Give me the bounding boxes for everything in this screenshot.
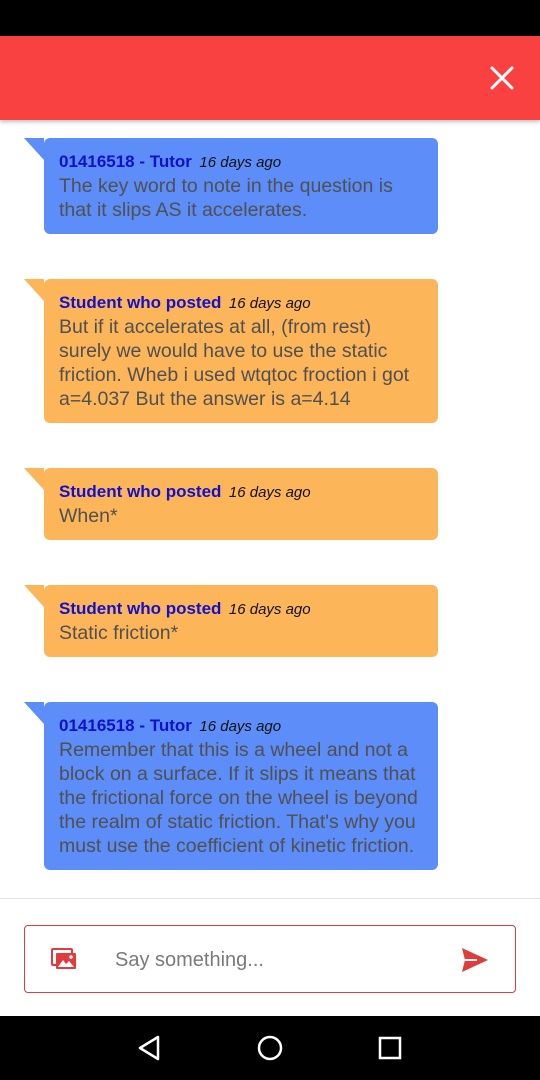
message-time: 16 days ago (228, 601, 311, 618)
message-text: Static friction* (59, 622, 179, 644)
composer-area (0, 898, 540, 1016)
message-author: Student who posted (59, 482, 222, 501)
message-header: Student who posted 16 days ago (59, 292, 422, 315)
home-button[interactable] (254, 1032, 286, 1064)
message-text: When* (59, 505, 118, 527)
recents-button[interactable] (374, 1032, 406, 1064)
chat-message: Student who posted 16 days ago When* (24, 468, 438, 540)
message-time: 16 days ago (228, 295, 311, 312)
message-time: 16 days ago (199, 154, 282, 171)
status-bar (0, 0, 540, 36)
message-header: Student who posted 16 days ago (59, 481, 422, 504)
message-header: 01416518 - Tutor 16 days ago (59, 715, 422, 738)
message-time: 16 days ago (199, 718, 282, 735)
message-header: 01416518 - Tutor 16 days ago (59, 151, 422, 174)
message-author: 01416518 - Tutor (59, 152, 192, 171)
recents-square-icon (378, 1036, 402, 1060)
message-text: The key word to note in the question is … (59, 175, 393, 221)
message-input[interactable] (115, 940, 445, 980)
back-triangle-icon (138, 1035, 160, 1061)
chat-message: Student who posted 16 days ago Static fr… (24, 585, 438, 657)
system-navigation-bar (0, 1016, 540, 1080)
message-author: 01416518 - Tutor (59, 716, 192, 735)
home-circle-icon (257, 1035, 283, 1061)
app-header (0, 36, 540, 120)
message-author: Student who posted (59, 293, 222, 312)
back-button[interactable] (134, 1032, 166, 1064)
close-button[interactable] (482, 58, 522, 98)
image-icon (51, 948, 76, 969)
chat-thread[interactable]: 01416518 - Tutor 16 days ago The key wor… (0, 120, 540, 898)
message-author: Student who posted (59, 599, 222, 618)
message-text: But if it accelerates at all, (from rest… (59, 316, 410, 410)
chat-message: 01416518 - Tutor 16 days ago The key wor… (24, 138, 438, 234)
message-header: Student who posted 16 days ago (59, 598, 422, 621)
close-icon (490, 66, 514, 90)
send-button[interactable] (459, 944, 491, 976)
message-text: Remember that this is a wheel and not a … (59, 739, 418, 857)
attach-image-button[interactable] (51, 946, 77, 972)
message-composer (24, 925, 516, 993)
send-icon (462, 948, 488, 972)
message-time: 16 days ago (228, 484, 311, 501)
chat-message: 01416518 - Tutor 16 days ago Remember th… (24, 702, 438, 870)
chat-message: Student who posted 16 days ago But if it… (24, 279, 438, 423)
